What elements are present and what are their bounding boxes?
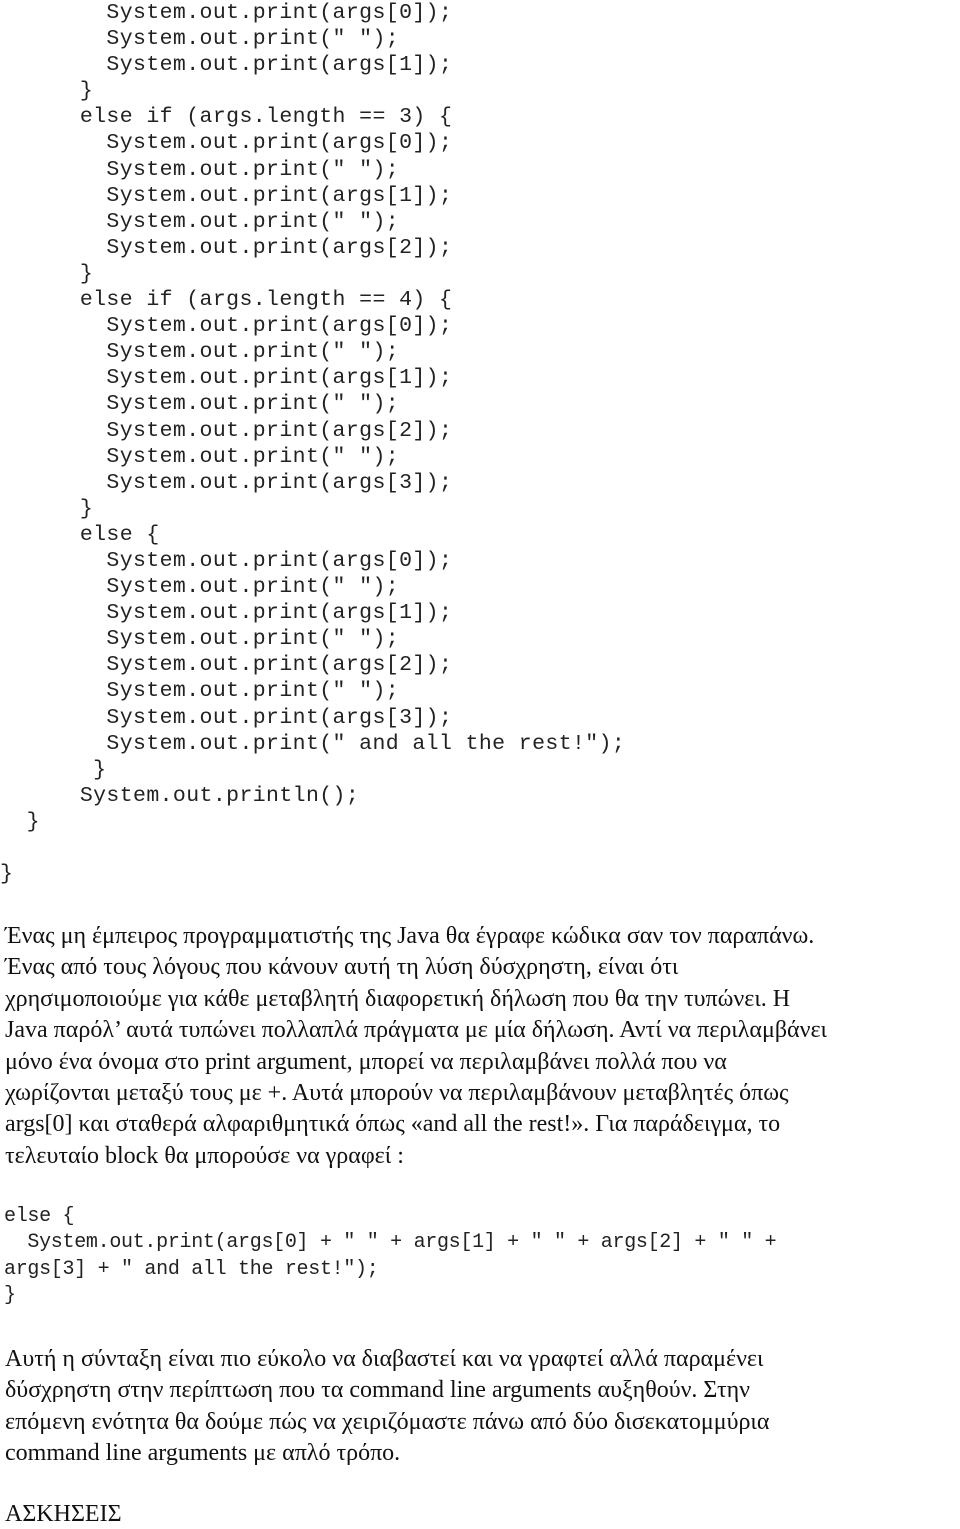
paragraph-line: χρησιμοποιούμε για κάθε μεταβλητή διαφορ… bbox=[5, 985, 791, 1012]
paragraph-line: Java παρόλ’ αυτά τυπώνει πολλαπλά πράγμα… bbox=[5, 1017, 827, 1044]
paragraph-line: Αυτή η σύνταξη είναι πιο εύκολο να διαβα… bbox=[5, 1346, 764, 1372]
code-line: System.out.print(args[2]); bbox=[0, 235, 453, 260]
code-line: System.out.print(" "); bbox=[0, 627, 400, 652]
code-line: System.out.print(args[1]); bbox=[0, 601, 453, 626]
code-line: System.out.print(args[3]); bbox=[0, 705, 453, 730]
code-line: else if (args.length == 4) { bbox=[0, 288, 453, 313]
code-line: else if (args.length == 3) { bbox=[0, 105, 453, 130]
conclusion-paragraph: Αυτή η σύνταξη είναι πιο εύκολο να διαβα… bbox=[5, 1344, 960, 1470]
code-line: System.out.print(args[3]); bbox=[0, 470, 453, 495]
code-line: System.out.print(" "); bbox=[0, 340, 400, 365]
code-line: } bbox=[0, 862, 14, 887]
code-line: } bbox=[0, 809, 40, 834]
code-line: else { bbox=[4, 1205, 75, 1228]
paragraph-line: Ένας μη έμπειρος προγραμματιστής της Jav… bbox=[5, 923, 815, 949]
paragraph-line: command line arguments με απλό τρόπο. bbox=[5, 1440, 401, 1467]
code-line: System.out.print(" "); bbox=[0, 444, 400, 469]
paragraph-line: δύσχρηστη στην περίπτωση που τα command … bbox=[5, 1377, 751, 1404]
code-line: System.out.print(args[2]); bbox=[0, 418, 453, 443]
code-line: System.out.print(" "); bbox=[0, 575, 400, 600]
explanation-paragraph: Ένας μη έμπειρος προγραμματιστής της Jav… bbox=[5, 921, 960, 1172]
code-line: System.out.print(" "); bbox=[0, 27, 400, 52]
code-line: } bbox=[0, 79, 94, 104]
code-line: System.out.print(args[0] + " " + args[1]… bbox=[4, 1231, 777, 1255]
code-line: System.out.print(args[2]); bbox=[0, 653, 453, 678]
code-line: System.out.print(args[1]); bbox=[0, 53, 453, 78]
code-line: System.out.print(args[0]); bbox=[0, 548, 453, 573]
code-line: System.out.print(" and all the rest!"); bbox=[0, 731, 626, 756]
code-line: System.out.print(args[0]); bbox=[0, 1, 453, 25]
code-line: } bbox=[0, 261, 94, 286]
code-line: args[3] + " and all the rest!"); bbox=[4, 1257, 379, 1281]
paragraph-line: Ένας από τους λόγους που κάνουν αυτή τη … bbox=[5, 954, 679, 981]
code-line: System.out.print(args[0]); bbox=[0, 314, 453, 339]
paragraph-line: επόμενη ενότητα θα δούμε πώς να χειριζόμ… bbox=[5, 1408, 770, 1435]
code-line: System.out.println(); bbox=[0, 783, 360, 808]
code-line: System.out.print(" "); bbox=[0, 157, 400, 182]
code-line: System.out.print(" "); bbox=[0, 209, 400, 234]
paragraph-line: μόνο ένα όνομα στο print argument, μπορε… bbox=[5, 1048, 727, 1075]
code-line: System.out.print(" "); bbox=[0, 679, 400, 704]
code-line: System.out.print(args[1]); bbox=[0, 183, 453, 208]
code-line: else { bbox=[0, 522, 160, 547]
code-listing-concatenated-print: else { System.out.print(args[0] + " " + … bbox=[4, 1204, 777, 1309]
code-line: } bbox=[4, 1283, 16, 1307]
code-line: System.out.print(args[1]); bbox=[0, 366, 453, 391]
code-listing-java-print-args: System.out.print(args[0]); System.out.pr… bbox=[0, 0, 625, 887]
code-line: System.out.print(" "); bbox=[0, 392, 400, 417]
code-line: } bbox=[0, 757, 107, 782]
section-heading-exercises: ΑΣΚΗΣΕΙΣ bbox=[5, 1501, 122, 1527]
paragraph-line: χωρίζονται μεταξύ τους με +. Αυτά μπορού… bbox=[5, 1080, 789, 1107]
code-line: System.out.print(args[0]); bbox=[0, 131, 453, 156]
code-line: } bbox=[0, 496, 94, 521]
paragraph-line: args[0] και σταθερά αλφαριθμητικά όπως «… bbox=[5, 1111, 781, 1138]
paragraph-line: τελευταίο block θα μπορούσε να γραφεί : bbox=[5, 1142, 404, 1169]
